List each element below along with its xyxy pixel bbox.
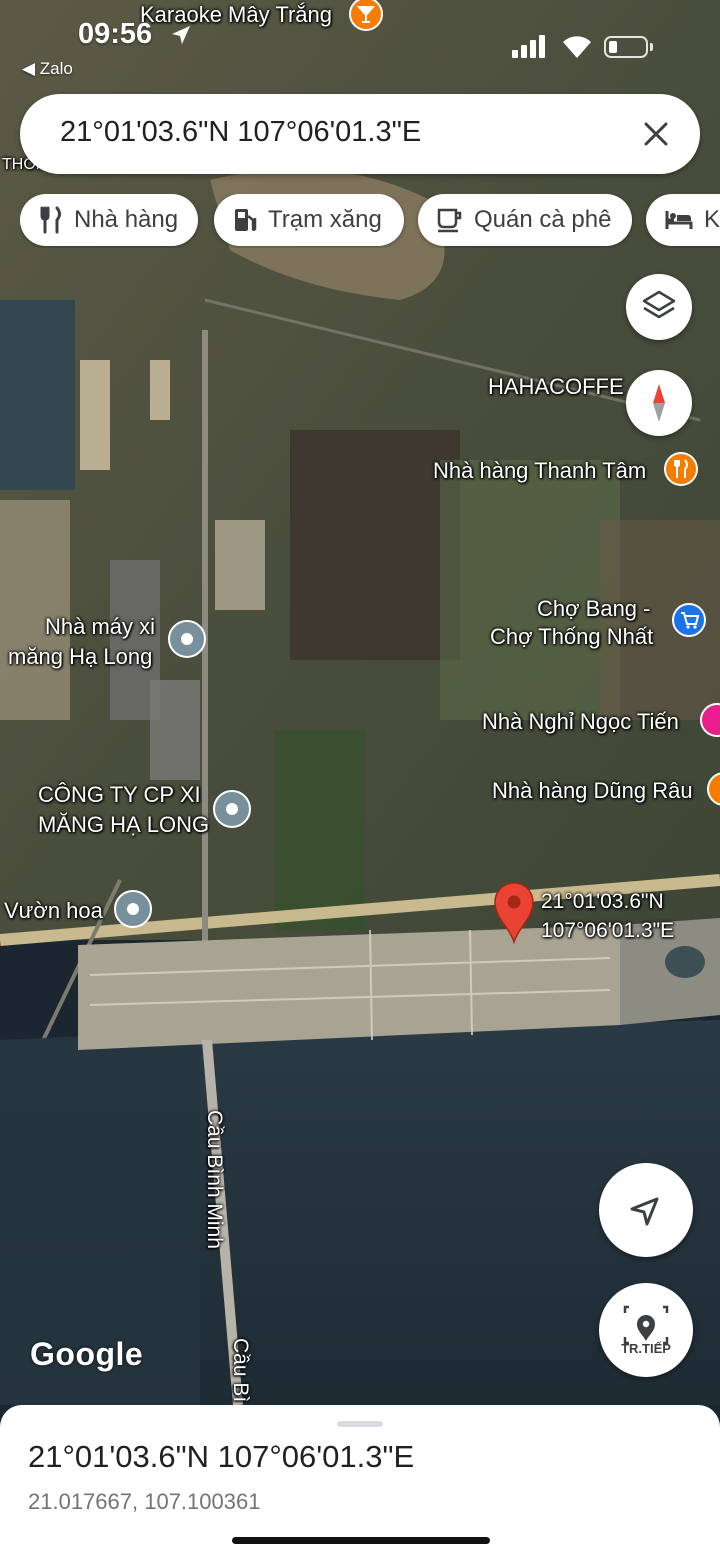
poi-label-cho-bang-2[interactable]: Chợ Thống Nhất xyxy=(490,624,653,650)
place-decimal-coords: 21.017667, 107.100361 xyxy=(28,1489,261,1514)
sheet-drag-handle[interactable] xyxy=(337,1421,383,1427)
search-bar[interactable]: 21°01'03.6"N 107°06'01.3"E xyxy=(20,94,700,174)
dropped-pin-icon[interactable] xyxy=(491,880,537,944)
hotel-icon xyxy=(665,211,693,229)
chip-label: Quán cà phê xyxy=(474,206,612,233)
poi-label-cong-ty-2[interactable]: MĂNG HẠ LONG xyxy=(38,812,209,838)
signal-icon xyxy=(512,35,545,58)
chip-restaurants[interactable]: Nhà hàng xyxy=(20,194,198,246)
restaurant-poi-icon[interactable] xyxy=(706,771,720,807)
park-poi-icon[interactable] xyxy=(113,889,153,929)
compass-icon xyxy=(653,384,665,422)
poi-label-thanh-tam[interactable]: Nhà hàng Thanh Tâm xyxy=(433,458,646,484)
status-time: 09:56 xyxy=(78,18,153,50)
battery-tip xyxy=(650,43,653,51)
chip-label: Nhà hàng xyxy=(74,206,179,233)
gas-station-icon xyxy=(235,209,257,232)
poi-label-ngoc-tien[interactable]: Nhà Nghỉ Ngọc Tiến xyxy=(482,709,679,735)
place-title: 21°01'03.6"N 107°06'01.3"E xyxy=(28,1439,415,1474)
back-to-zalo-link[interactable]: ◀ Zalo xyxy=(22,59,73,79)
poi-label-nha-may-1[interactable]: Nhà máy xi xyxy=(45,614,155,640)
my-location-button[interactable] xyxy=(599,1163,693,1257)
poi-label-nha-may-2[interactable]: măng Hạ Long xyxy=(8,644,152,670)
chip-label: Khách sạn xyxy=(704,206,720,233)
poi-label-cho-bang-1[interactable]: Chợ Bang - xyxy=(537,596,650,622)
close-icon[interactable] xyxy=(636,114,676,154)
battery-icon xyxy=(604,36,648,58)
place-poi-icon[interactable] xyxy=(212,789,252,829)
location-frame-icon xyxy=(623,1305,669,1345)
navigate-button[interactable]: TR.TIẾP xyxy=(599,1283,693,1377)
poi-label-hahacoffee[interactable]: HAHACOFFE xyxy=(488,374,624,400)
navigation-arrow-icon xyxy=(630,1197,659,1226)
chip-gas-stations[interactable]: Trạm xăng xyxy=(214,194,404,246)
category-chips: Nhà hàng Trạm xăng Quán cà phê Khách sạn xyxy=(20,194,720,248)
wifi-icon xyxy=(563,36,591,58)
restaurant-poi-icon[interactable] xyxy=(663,451,699,487)
shopping-poi-icon[interactable] xyxy=(671,602,707,638)
poi-label-cong-ty-1[interactable]: CÔNG TY CP XI xyxy=(38,782,201,808)
chip-hotels[interactable]: Khách sạn xyxy=(646,194,720,246)
place-poi-icon[interactable] xyxy=(167,619,207,659)
pin-label-lng: 107°06'01.3"E xyxy=(541,919,675,942)
status-bar: 09:56 ◀ Zalo xyxy=(0,0,720,90)
layers-icon xyxy=(642,290,676,319)
poi-label-dung-rau[interactable]: Nhà hàng Dũng Râu xyxy=(492,778,693,804)
chip-label: Trạm xăng xyxy=(268,206,382,233)
pin-label-lat: 21°01'03.6"N xyxy=(541,890,664,913)
road-label-cau-binh-minh: Cầu Bình Minh xyxy=(203,1110,226,1249)
location-arrow-icon xyxy=(172,26,190,44)
restaurant-icon xyxy=(40,206,61,234)
layers-button[interactable] xyxy=(626,274,692,340)
home-indicator[interactable] xyxy=(232,1537,490,1544)
search-query[interactable]: 21°01'03.6"N 107°06'01.3"E xyxy=(60,116,421,149)
road-label-cau-bi: Cầu Bì xyxy=(229,1338,252,1403)
chip-coffee-shops[interactable]: Quán cà phê xyxy=(418,194,632,246)
coffee-icon xyxy=(437,208,462,233)
hotel-poi-icon[interactable] xyxy=(699,702,720,738)
navigate-label: TR.TIẾP xyxy=(621,1341,671,1356)
compass-button[interactable] xyxy=(626,370,692,436)
google-attribution: Google xyxy=(30,1336,144,1372)
poi-label-vuon-hoa[interactable]: Vườn hoa xyxy=(4,898,103,924)
